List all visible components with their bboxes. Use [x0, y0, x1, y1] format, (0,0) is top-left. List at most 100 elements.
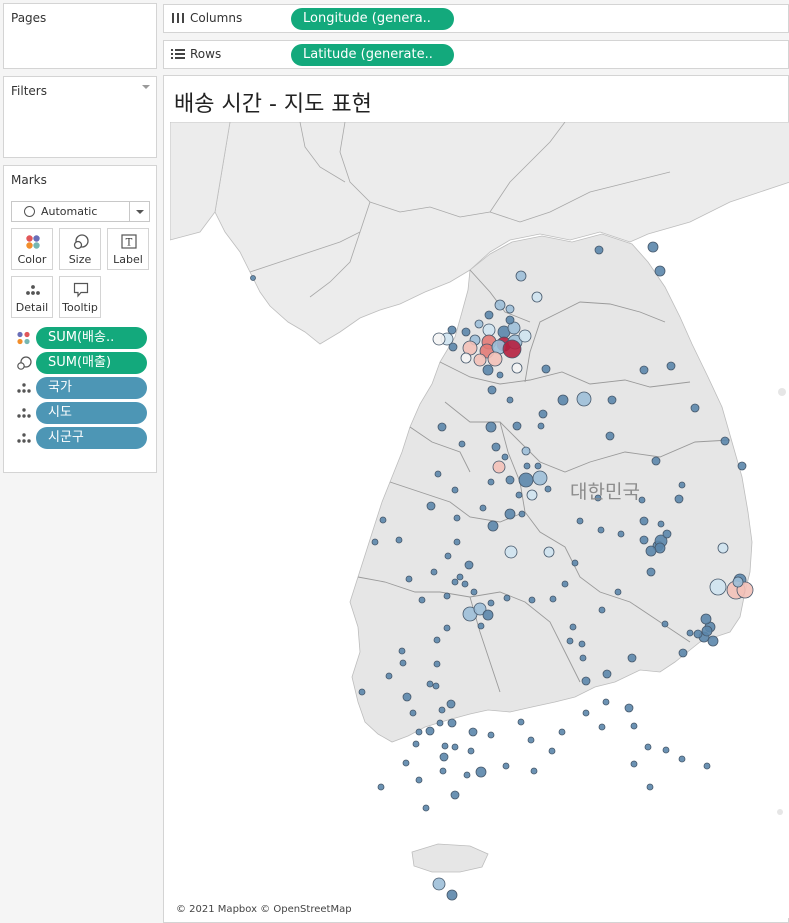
map-marker[interactable] [617, 530, 625, 538]
map-marker[interactable] [473, 353, 487, 367]
map-marker[interactable] [395, 536, 403, 544]
map-marker[interactable] [460, 352, 472, 364]
map-marker[interactable] [561, 580, 569, 588]
map-marker[interactable] [415, 776, 423, 784]
map-marker[interactable] [505, 315, 515, 325]
map-marker[interactable] [701, 625, 713, 637]
map-marker[interactable] [385, 672, 393, 680]
mark-type-dropdown[interactable]: Automatic [11, 201, 150, 222]
map-marker[interactable] [517, 718, 525, 726]
map-marker[interactable] [644, 743, 652, 751]
map-marker[interactable] [532, 470, 548, 486]
district-pill[interactable]: 시군구 [36, 427, 147, 449]
map-marker[interactable] [491, 442, 501, 452]
map-marker[interactable] [443, 592, 451, 600]
map-marker[interactable] [594, 245, 604, 255]
map-marker[interactable] [464, 560, 474, 570]
map-marker[interactable] [690, 403, 700, 413]
map-marker[interactable] [477, 622, 485, 630]
map-marker[interactable] [646, 783, 654, 791]
map-marker[interactable] [437, 422, 447, 432]
detail-button[interactable]: Detail [11, 276, 53, 318]
map-marker[interactable] [505, 304, 515, 314]
map-marker[interactable] [523, 462, 531, 470]
map-marker[interactable] [487, 385, 497, 395]
longitude-pill[interactable]: Longitude (genera.. [291, 8, 454, 30]
map-marker[interactable] [412, 740, 420, 748]
map-marker[interactable] [627, 653, 637, 663]
map-marker[interactable] [451, 486, 459, 494]
map-marker[interactable] [597, 526, 605, 534]
map-marker[interactable] [461, 580, 469, 588]
map-marker[interactable] [645, 545, 657, 557]
map-marker[interactable] [732, 576, 744, 588]
map-marker[interactable] [474, 319, 484, 329]
map-marker[interactable] [647, 241, 659, 253]
map-marker[interactable] [707, 635, 719, 647]
map-marker[interactable] [436, 719, 444, 727]
map-marker[interactable] [639, 516, 649, 526]
map-marker[interactable] [250, 275, 256, 281]
map-marker[interactable] [434, 470, 442, 478]
map-marker[interactable] [543, 546, 555, 558]
map-marker[interactable] [569, 623, 577, 631]
map-marker[interactable] [666, 361, 676, 371]
tooltip-button[interactable]: Tooltip [59, 276, 101, 318]
map-marker[interactable] [415, 728, 423, 736]
map-marker[interactable] [448, 342, 458, 352]
map-marker[interactable] [678, 481, 686, 489]
map-marker[interactable] [463, 771, 471, 779]
view-title[interactable]: 배송 시간 - 지도 표현 [174, 86, 372, 118]
map-marker[interactable] [537, 422, 545, 430]
map-marker[interactable] [566, 637, 574, 645]
map-marker[interactable] [496, 371, 504, 379]
map-marker[interactable] [518, 472, 534, 488]
map-marker[interactable] [358, 688, 366, 696]
map-marker[interactable] [505, 475, 515, 485]
map-marker[interactable] [439, 767, 447, 775]
map-attribution[interactable]: © 2021 Mapbox © OpenStreetMap [174, 903, 354, 916]
map-marker[interactable] [602, 698, 610, 706]
map-marker[interactable] [432, 682, 440, 690]
map-marker[interactable] [487, 731, 495, 739]
map-marker[interactable] [544, 485, 552, 493]
map-marker[interactable] [598, 606, 606, 614]
map-marker[interactable] [371, 538, 379, 546]
map-marker[interactable] [717, 542, 729, 554]
map-marker[interactable] [534, 462, 542, 470]
map-marker[interactable] [614, 588, 622, 596]
map-marker[interactable] [484, 310, 494, 320]
rows-shelf[interactable]: Rows Latitude (generate.. [163, 40, 789, 69]
map-marker[interactable] [487, 520, 499, 532]
map-marker[interactable] [446, 889, 458, 901]
map-marker[interactable] [674, 494, 684, 504]
map-marker[interactable] [422, 804, 430, 812]
map-marker[interactable] [502, 762, 510, 770]
map-marker[interactable] [579, 654, 587, 662]
map-marker[interactable] [720, 436, 730, 446]
map-marker[interactable] [582, 709, 590, 717]
map-marker[interactable] [678, 648, 688, 658]
map-marker[interactable] [607, 395, 617, 405]
map-marker[interactable] [443, 624, 451, 632]
map-marker[interactable] [557, 394, 569, 406]
map-marker[interactable] [402, 759, 410, 767]
map-marker[interactable] [526, 489, 538, 501]
map-marker[interactable] [571, 559, 579, 567]
map-marker[interactable] [700, 613, 712, 625]
map-canvas[interactable]: 대한민국 © 2021 Mapbox © OpenStreetMap [170, 122, 789, 918]
latitude-pill[interactable]: Latitude (generate.. [291, 44, 454, 66]
map-marker[interactable] [441, 742, 449, 750]
map-marker[interactable] [487, 599, 495, 607]
country-pill[interactable]: 국가 [36, 377, 147, 399]
map-marker[interactable] [438, 706, 446, 714]
map-marker[interactable] [512, 421, 522, 431]
map-marker[interactable] [470, 588, 478, 596]
map-marker[interactable] [646, 567, 656, 577]
map-marker[interactable] [541, 364, 551, 374]
map-marker[interactable] [426, 501, 436, 511]
map-marker[interactable] [602, 669, 612, 679]
map-marker[interactable] [737, 461, 747, 471]
map-marker[interactable] [444, 552, 452, 560]
map-marker[interactable] [451, 743, 459, 751]
